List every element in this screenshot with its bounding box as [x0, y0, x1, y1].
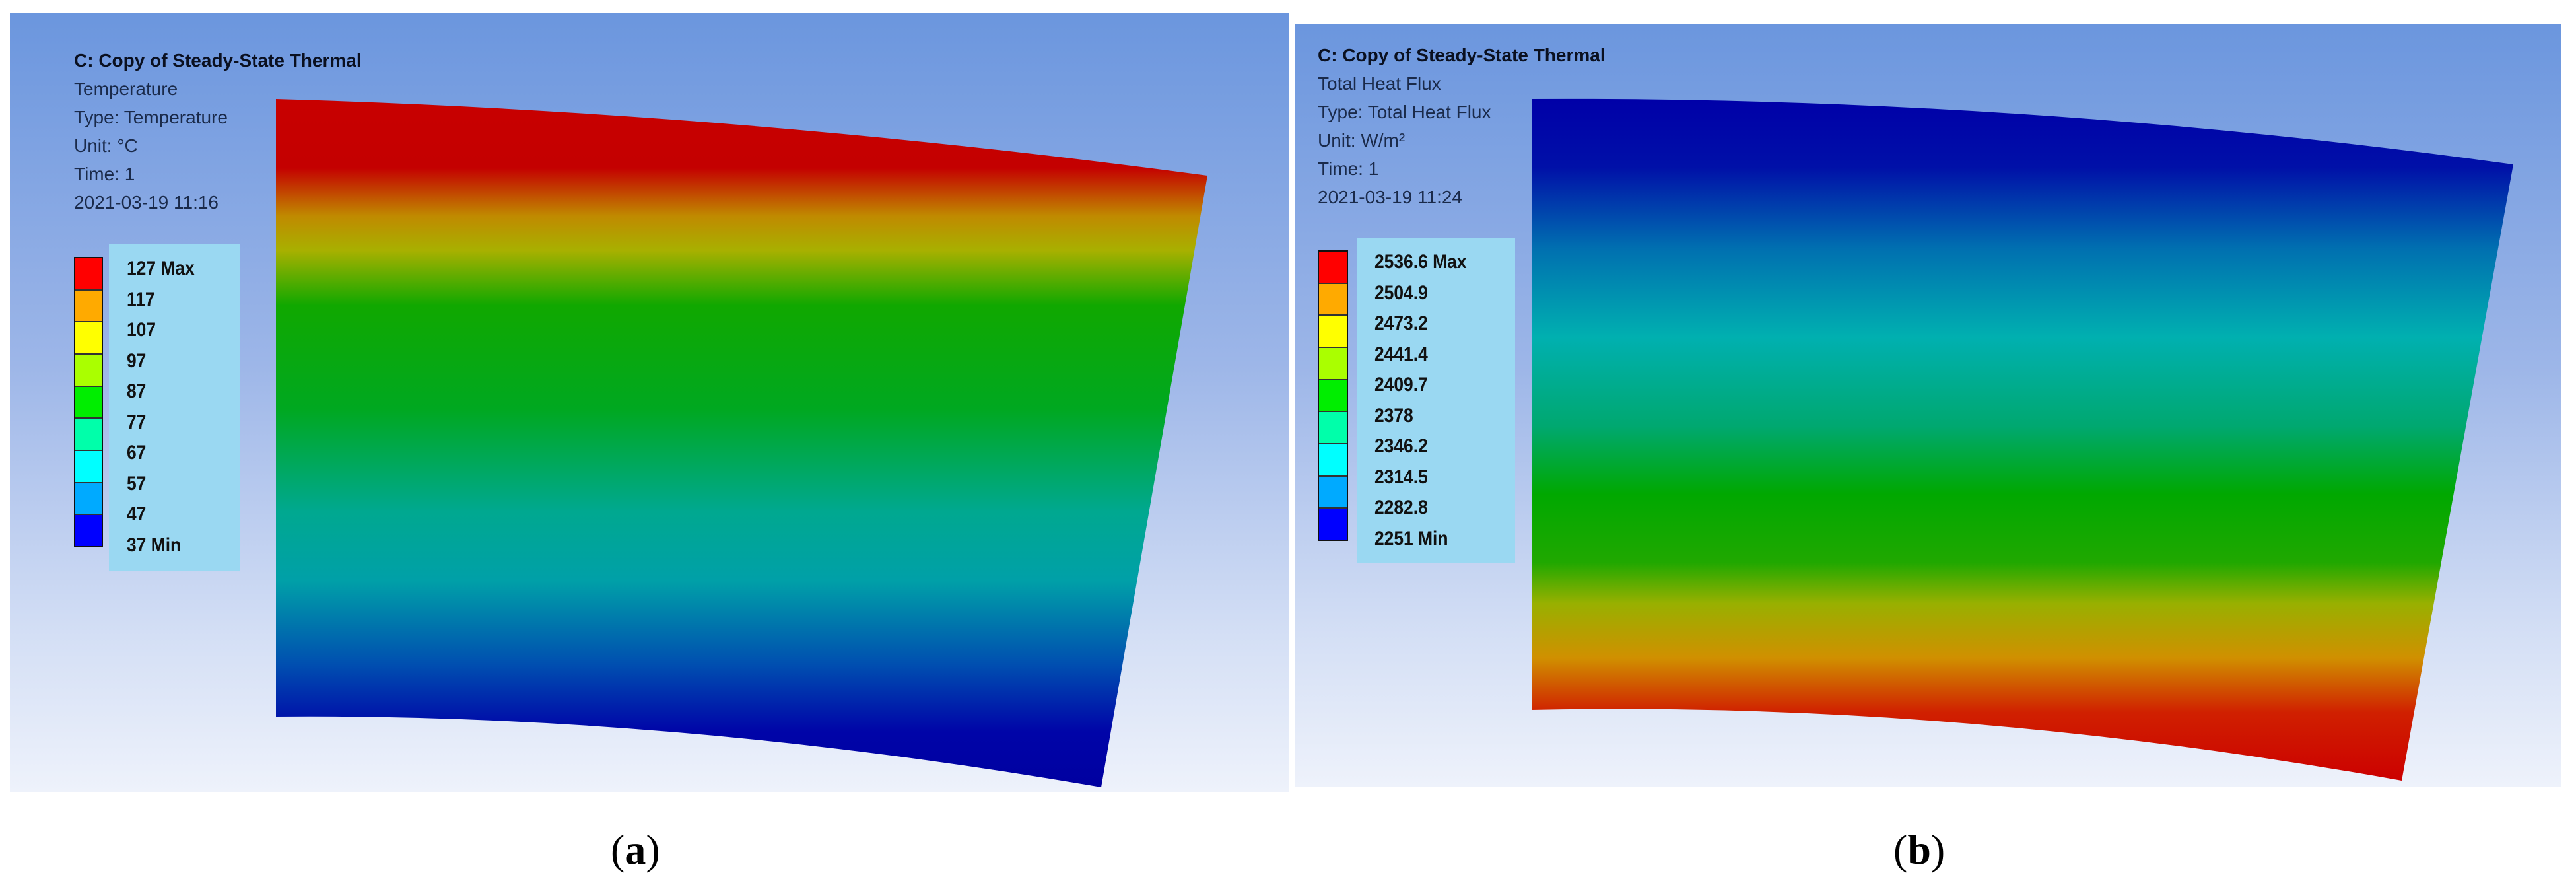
heat-flux-result-panel: C: Copy of Steady-State Thermal Total He… [1295, 24, 2561, 787]
analysis-title: C: Copy of Steady-State Thermal [74, 50, 362, 71]
result-timestamp: 2021-03-19 11:24 [1318, 187, 1462, 207]
legend-value: 127 Max [127, 258, 195, 279]
result-time: Time: 1 [1318, 158, 1379, 179]
legend-value: 2441.4 [1374, 343, 1428, 365]
caption-letter: b [1907, 826, 1931, 873]
result-type: Type: Temperature [74, 107, 228, 127]
result-unit: Unit: °C [74, 135, 138, 156]
result-name: Temperature [74, 79, 178, 99]
legend-color-swatch [75, 419, 102, 452]
legend-color-swatch [1319, 252, 1347, 284]
legend-color-swatch [75, 258, 102, 291]
temperature-result-panel: C: Copy of Steady-State Thermal Temperat… [10, 13, 1289, 792]
caption-letter: a [625, 826, 646, 873]
result-header: C: Copy of Steady-State Thermal Total He… [1318, 41, 1606, 211]
legend-color-swatch [1319, 283, 1347, 316]
legend-color-swatch [75, 290, 102, 323]
caption-b: (b) [1893, 826, 1946, 873]
legend-value: 87 [127, 380, 147, 402]
legend-value: 37 Min [127, 534, 182, 556]
result-type: Type: Total Heat Flux [1318, 102, 1491, 122]
legend-value: 117 [127, 288, 155, 310]
legend-value: 2346.2 [1374, 435, 1428, 457]
legend-color-swatch [75, 386, 102, 419]
analysis-title: C: Copy of Steady-State Thermal [1318, 45, 1606, 65]
legend-value: 2314.5 [1374, 466, 1428, 488]
legend-value: 2536.6 Max [1374, 251, 1467, 273]
legend-value: 57 [127, 472, 147, 495]
legend-value: 77 [127, 411, 147, 433]
legend-color-swatch [1319, 476, 1347, 509]
legend-color-swatch [1319, 380, 1347, 413]
result-name: Total Heat Flux [1318, 73, 1441, 94]
legend-color-swatch [1319, 316, 1347, 349]
caption-a: (a) [611, 826, 660, 873]
legend-value: 67 [127, 442, 147, 464]
result-time: Time: 1 [74, 164, 135, 184]
legend-value: 2282.8 [1374, 497, 1428, 518]
result-unit: Unit: W/m² [1318, 130, 1406, 151]
legend-value: 97 [127, 349, 147, 372]
legend-color-swatch [75, 322, 102, 355]
legend-color-bar [1318, 250, 1348, 541]
legend-color-swatch [1319, 444, 1347, 477]
legend-color-swatch [1319, 509, 1347, 540]
legend-color-swatch [1319, 412, 1347, 445]
legend-value: 2504.9 [1374, 281, 1428, 304]
result-timestamp: 2021-03-19 11:16 [74, 192, 219, 213]
legend-value: 2378 [1374, 404, 1413, 427]
legend-value: 2409.7 [1374, 374, 1428, 396]
legend-value: 2473.2 [1374, 312, 1428, 334]
legend-color-swatch [75, 515, 102, 547]
legend-value: 47 [127, 503, 147, 525]
legend-color-swatch [1319, 348, 1347, 380]
legend-color-bar [74, 257, 103, 547]
legend-color-swatch [75, 483, 102, 516]
legend-color-swatch [75, 451, 102, 483]
legend-value: 107 [127, 319, 156, 341]
legend-value: 2251 Min [1374, 527, 1448, 549]
legend-color-swatch [75, 355, 102, 387]
result-header: C: Copy of Steady-State Thermal Temperat… [74, 46, 362, 217]
